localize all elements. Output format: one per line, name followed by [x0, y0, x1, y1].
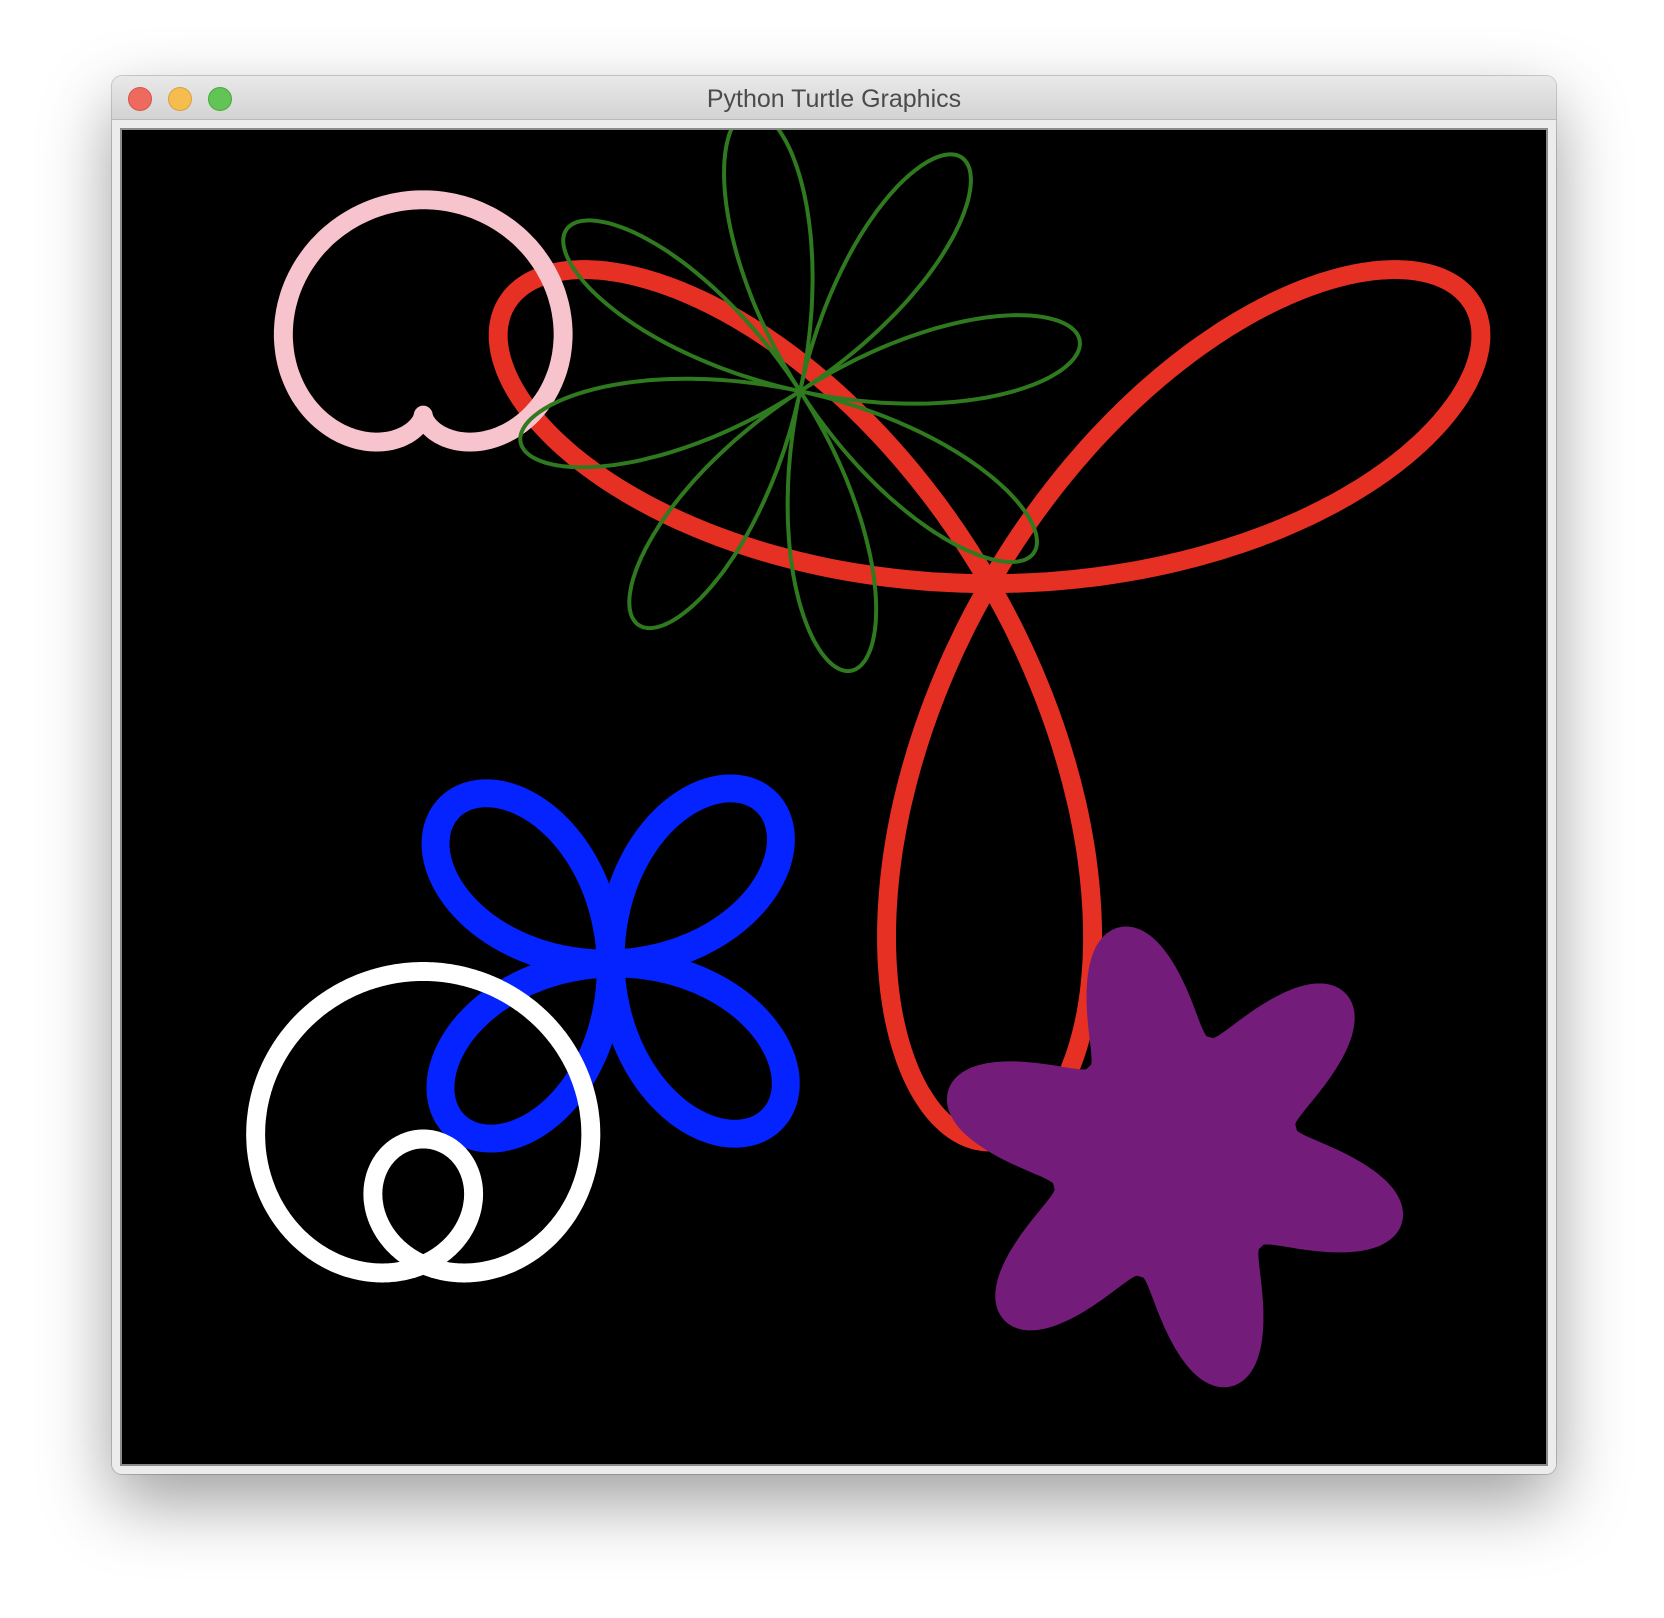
window-content: [112, 120, 1556, 1474]
purple-filled-star: [946, 926, 1403, 1388]
drawing-area: [246, 130, 1491, 1388]
blue-four-leaf-clover: [421, 774, 800, 1153]
turtle-canvas[interactable]: [120, 128, 1548, 1466]
title-bar[interactable]: Python Turtle Graphics: [112, 76, 1556, 120]
window-title: Python Turtle Graphics: [706, 85, 962, 113]
turtle-window: Python Turtle Graphics: [112, 76, 1556, 1474]
